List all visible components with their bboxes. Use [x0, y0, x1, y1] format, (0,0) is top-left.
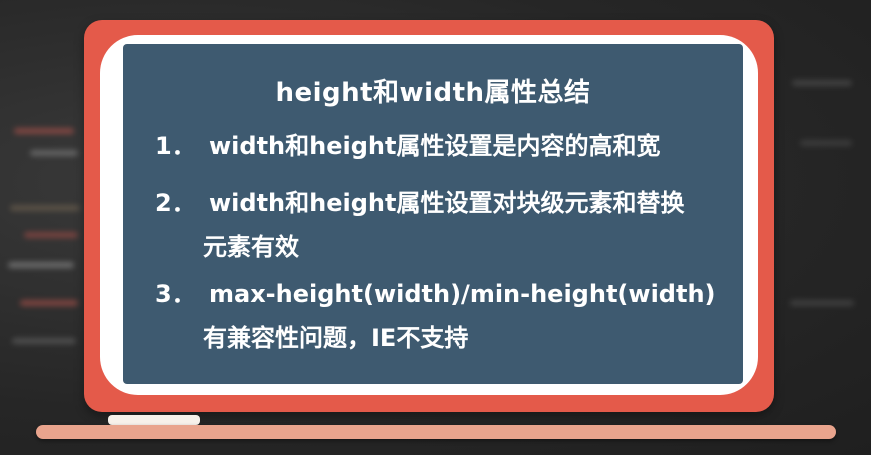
chalk-stick [108, 415, 200, 425]
slide-title: height和width属性总结 [275, 78, 591, 108]
item-number: 1． [155, 132, 196, 160]
item-number: 2． [155, 189, 196, 217]
board-tray [36, 425, 836, 439]
item-text: width和height属性设置是内容的高和宽 [209, 132, 661, 160]
item-text-continuation: 有兼容性问题，IE不支持 [203, 324, 469, 352]
item-number: 3． [155, 280, 196, 308]
item-text: max-height(width)/min-height(width) [209, 280, 716, 308]
list-item-3: 3． max-height(width)/min-height(width) 有兼… [155, 272, 716, 360]
list-item-1: 1． width和height属性设置是内容的高和宽 [155, 124, 660, 168]
item-text: width和height属性设置对块级元素和替换 [209, 189, 685, 217]
list-item-2: 2． width和height属性设置对块级元素和替换 元素有效 [155, 181, 684, 269]
item-text-continuation: 元素有效 [203, 233, 299, 261]
